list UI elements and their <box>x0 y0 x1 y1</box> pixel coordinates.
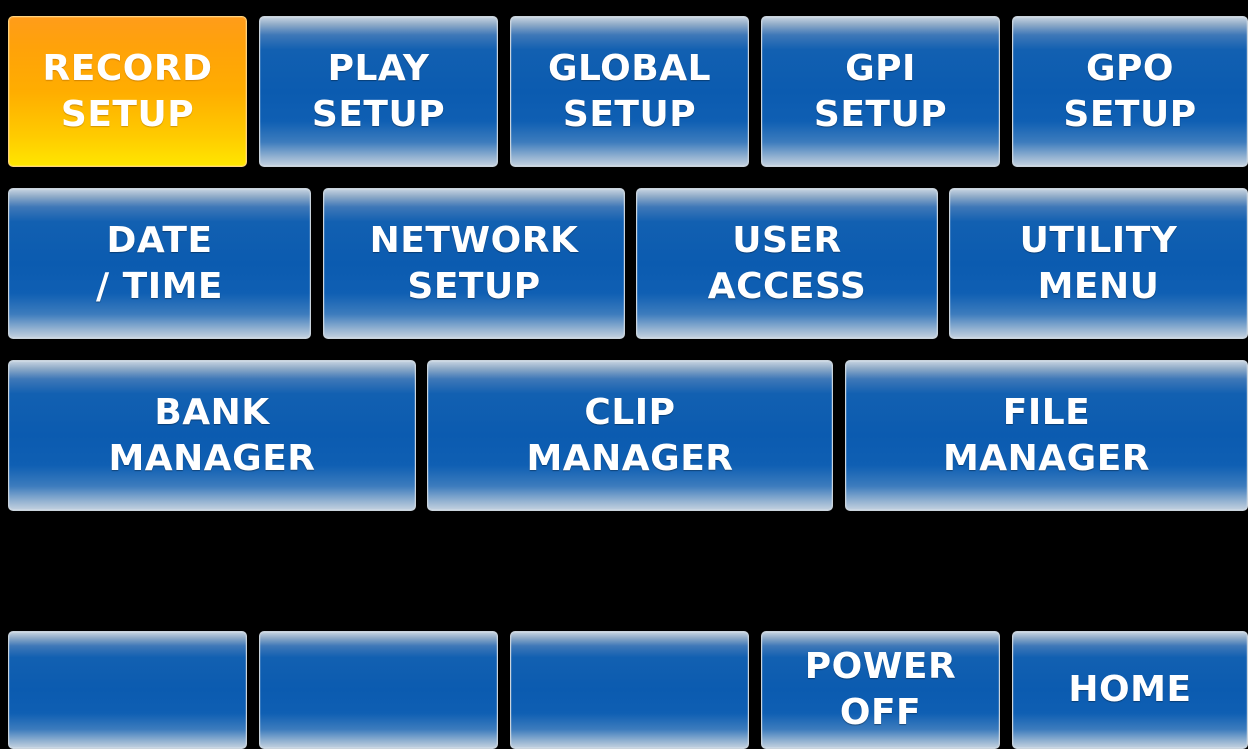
power-off-label-line1: POWER <box>804 646 957 687</box>
play-setup-label-line1: PLAY <box>327 47 430 89</box>
network-setup-label-line1: NETWORK <box>369 219 579 261</box>
menu-screen: RECORD SETUP PLAY SETUP GLOBAL SETUP GPI… <box>0 0 1248 749</box>
gpi-setup-label-line1: GPI <box>845 47 916 89</box>
file-manager-label-line1: FILE <box>1002 391 1091 433</box>
play-setup-label-line2: SETUP <box>311 93 446 135</box>
gpo-setup-label-line2: SETUP <box>1063 93 1197 135</box>
user-access-button[interactable]: USER ACCESS <box>636 188 938 339</box>
soft-key-2-button[interactable] <box>259 631 498 749</box>
date-time-label-line2: / TIME <box>95 265 224 307</box>
utility-menu-label-line1: UTILITY <box>1019 219 1178 261</box>
bank-manager-label-line2: MANAGER <box>108 437 316 479</box>
power-off-label-line2: OFF <box>839 692 922 733</box>
user-access-label-line1: USER <box>732 219 842 261</box>
network-setup-button[interactable]: NETWORK SETUP <box>323 188 625 339</box>
global-setup-label-line2: SETUP <box>562 93 697 135</box>
play-setup-button[interactable]: PLAY SETUP <box>259 16 498 167</box>
file-manager-label-line2: MANAGER <box>942 437 1151 479</box>
utility-menu-label-line2: MENU <box>1037 265 1160 307</box>
gpo-setup-button[interactable]: GPO SETUP <box>1012 16 1248 167</box>
clip-manager-label-line1: CLIP <box>584 391 676 433</box>
global-setup-button[interactable]: GLOBAL SETUP <box>510 16 749 167</box>
record-setup-label-line1: RECORD <box>42 47 213 89</box>
network-setup-label-line2: SETUP <box>407 265 541 307</box>
soft-key-3-button[interactable] <box>510 631 749 749</box>
record-setup-button[interactable]: RECORD SETUP <box>8 16 247 167</box>
power-off-button[interactable]: POWER OFF <box>761 631 1000 749</box>
gpo-setup-label-line1: GPO <box>1085 47 1175 89</box>
global-setup-label-line1: GLOBAL <box>547 47 712 89</box>
bank-manager-label-line1: BANK <box>154 391 270 433</box>
gpi-setup-button[interactable]: GPI SETUP <box>761 16 1000 167</box>
clip-manager-button[interactable]: CLIP MANAGER <box>427 360 833 511</box>
record-setup-label-line2: SETUP <box>60 93 195 135</box>
file-manager-button[interactable]: FILE MANAGER <box>845 360 1248 511</box>
user-access-label-line2: ACCESS <box>707 265 867 307</box>
soft-key-1-button[interactable] <box>8 631 247 749</box>
date-time-label-line1: DATE <box>106 219 213 261</box>
home-label: HOME <box>1068 669 1192 710</box>
gpi-setup-label-line2: SETUP <box>813 93 948 135</box>
bank-manager-button[interactable]: BANK MANAGER <box>8 360 416 511</box>
clip-manager-label-line2: MANAGER <box>526 437 734 479</box>
home-button[interactable]: HOME <box>1012 631 1248 749</box>
utility-menu-button[interactable]: UTILITY MENU <box>949 188 1248 339</box>
date-time-button[interactable]: DATE / TIME <box>8 188 311 339</box>
